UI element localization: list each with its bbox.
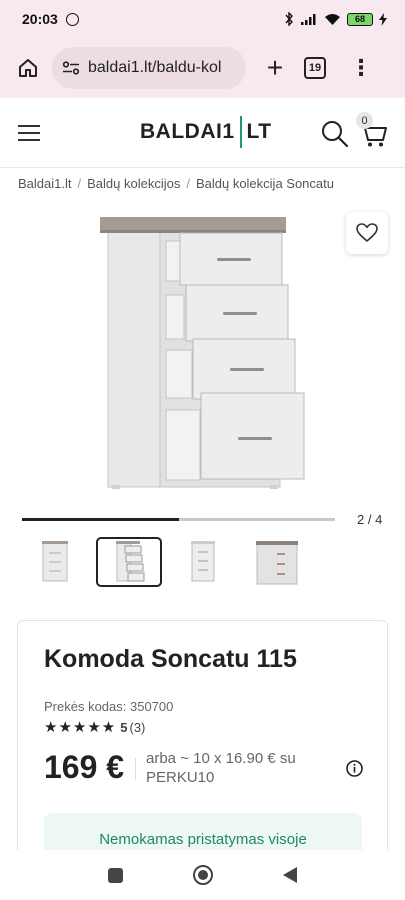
address-bar[interactable]: baldai1.lt/baldu-kol	[52, 47, 246, 89]
product-sku: Prekės kodas: 350700	[44, 699, 174, 714]
cart-count-badge: 0	[356, 112, 373, 129]
thumbnail-1[interactable]	[22, 537, 88, 587]
home-icon	[19, 59, 37, 77]
rating-score: 5	[120, 719, 128, 735]
signal-icon	[301, 14, 316, 25]
breadcrumb: Baldai1.lt / Baldų kolekcijos / Baldų ko…	[18, 176, 334, 191]
status-bar: 20:03 68	[0, 0, 405, 38]
breadcrumb-separator: /	[186, 176, 190, 191]
browser-toolbar: baldai1.lt/baldu-kol + 19 ⋮	[0, 38, 405, 98]
home-button[interactable]	[12, 52, 44, 84]
product-rating[interactable]: ★★★★★ 5 (3)	[44, 718, 145, 736]
wishlist-button[interactable]	[346, 212, 388, 254]
site-header: BALDAI1 LT 0	[0, 98, 405, 168]
thumbnail-strip	[22, 537, 310, 587]
gallery-progress-fill	[22, 518, 179, 521]
bluetooth-icon	[285, 12, 293, 26]
breadcrumb-separator: /	[77, 176, 82, 191]
charging-icon	[379, 12, 387, 26]
product-price: 169 €	[44, 749, 125, 785]
price-divider	[135, 758, 136, 780]
breadcrumb-current: Baldų kolekcija Soncatu	[195, 176, 334, 191]
product-title: Komoda Soncatu 115	[44, 645, 297, 673]
whatsapp-icon	[65, 12, 79, 26]
breadcrumb-link-collections[interactable]: Baldų kolekcijos	[87, 176, 180, 191]
wifi-icon	[325, 13, 340, 25]
installment-text: arba ~ 10 x 16.90 € su PERKU10	[146, 750, 296, 786]
status-icons: 68	[284, 12, 387, 26]
logo-text-left: BALDAI1	[140, 120, 235, 143]
gallery-progress-track	[22, 518, 335, 521]
rating-stars-icon: ★★★★★	[44, 719, 117, 736]
logo-divider	[239, 116, 242, 148]
slide-counter: 2 / 4	[357, 512, 383, 527]
tab-switcher-button[interactable]: 19	[304, 57, 326, 79]
hamburger-menu-icon[interactable]	[18, 124, 40, 141]
site-logo[interactable]: BALDAI1 LT	[140, 116, 272, 148]
status-time: 20:03	[22, 11, 58, 27]
breadcrumb-link-home[interactable]: Baldai1.lt	[18, 176, 71, 191]
product-gallery[interactable]	[0, 205, 405, 505]
info-icon[interactable]	[346, 760, 363, 782]
home-nav-button[interactable]	[193, 865, 213, 885]
thumbnail-3[interactable]	[170, 537, 236, 587]
logo-text-right: LT	[246, 120, 272, 143]
back-button[interactable]	[283, 867, 297, 883]
rating-count: (3)	[129, 719, 146, 735]
browser-menu-button[interactable]: ⋮	[350, 57, 372, 79]
battery-icon: 68	[347, 12, 373, 26]
search-icon[interactable]	[321, 120, 349, 153]
product-image-dresser	[100, 217, 305, 489]
url-text: baldai1.lt/baldu-kol	[88, 59, 222, 76]
recents-button[interactable]	[108, 867, 123, 883]
thumbnail-2[interactable]	[96, 537, 162, 587]
site-settings-icon[interactable]	[62, 61, 82, 75]
new-tab-button[interactable]: +	[260, 54, 290, 82]
heart-icon	[356, 223, 378, 242]
system-navigation-bar	[0, 850, 405, 900]
thumbnail-4[interactable]	[244, 537, 310, 587]
